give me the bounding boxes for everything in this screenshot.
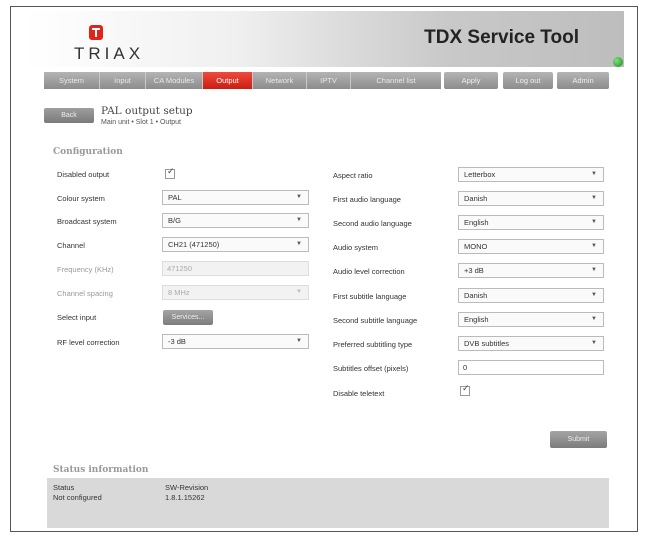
second-audio-select[interactable]: English ▼ bbox=[458, 215, 604, 230]
disabled-output-label: Disabled output bbox=[57, 170, 110, 179]
preferred-subtitling-label: Preferred subtitling type bbox=[333, 340, 413, 349]
frequency-label: Frequency (KHz) bbox=[57, 265, 114, 274]
audio-system-select[interactable]: MONO ▼ bbox=[458, 239, 604, 254]
broadcast-system-label: Broadcast system bbox=[57, 217, 117, 226]
aspect-ratio-label: Aspect ratio bbox=[333, 171, 373, 180]
breadcrumb: Main unit • Slot 1 • Output bbox=[101, 119, 181, 126]
status-header: Status bbox=[53, 483, 75, 492]
chevron-down-icon: ▼ bbox=[591, 195, 597, 201]
channel-select[interactable]: CH21 (471250) ▼ bbox=[162, 237, 309, 252]
disabled-output-checkbox[interactable] bbox=[165, 167, 175, 179]
second-audio-label: Second audio language bbox=[333, 219, 412, 228]
status-led-icon bbox=[613, 57, 623, 67]
main-navbar: System Input CA Modules Output Network I… bbox=[44, 72, 609, 89]
back-button[interactable]: Back bbox=[44, 108, 94, 123]
second-subtitle-select[interactable]: English ▼ bbox=[458, 312, 604, 327]
tab-network[interactable]: Network bbox=[253, 72, 307, 89]
nav-tabs: System Input CA Modules Output Network I… bbox=[44, 72, 441, 89]
chevron-down-icon: ▼ bbox=[591, 292, 597, 298]
header: TRIAX TDX Service Tool bbox=[24, 11, 624, 67]
first-audio-select[interactable]: Danish ▼ bbox=[458, 191, 604, 206]
rf-level-value: -3 dB bbox=[168, 337, 186, 346]
select-input-label: Select input bbox=[57, 313, 97, 322]
broadcast-system-value: B/G bbox=[168, 216, 181, 225]
chevron-down-icon: ▼ bbox=[591, 243, 597, 249]
frequency-input[interactable]: 471250 bbox=[162, 261, 309, 276]
audio-level-select[interactable]: +3 dB ▼ bbox=[458, 263, 604, 278]
chevron-down-icon: ▼ bbox=[296, 217, 302, 223]
broadcast-system-select[interactable]: B/G ▼ bbox=[162, 213, 309, 228]
disable-teletext-checkbox[interactable] bbox=[460, 384, 470, 396]
preferred-subtitling-select[interactable]: DVB subtitles ▼ bbox=[458, 336, 604, 351]
rf-level-label: RF level correction bbox=[57, 338, 120, 347]
chevron-down-icon: ▼ bbox=[296, 194, 302, 200]
channel-label: Channel bbox=[57, 241, 85, 250]
first-subtitle-select[interactable]: Danish ▼ bbox=[458, 288, 604, 303]
tab-ca-modules[interactable]: CA Modules bbox=[146, 72, 203, 89]
tab-output[interactable]: Output bbox=[203, 72, 253, 89]
aspect-ratio-value: Letterbox bbox=[464, 170, 496, 179]
tab-input[interactable]: Input bbox=[100, 72, 146, 89]
first-audio-label: First audio language bbox=[333, 195, 401, 204]
audio-system-value: MONO bbox=[464, 242, 488, 251]
colour-system-label: Colour system bbox=[57, 194, 105, 203]
rf-level-select[interactable]: -3 dB ▼ bbox=[162, 334, 309, 349]
channel-spacing-select[interactable]: 8 MHz ▼ bbox=[162, 285, 309, 300]
preferred-subtitling-value: DVB subtitles bbox=[464, 339, 510, 348]
admin-button[interactable]: Admin bbox=[557, 72, 609, 89]
services-button[interactable]: Services... bbox=[163, 310, 213, 325]
status-value: Not configured bbox=[53, 493, 102, 502]
second-subtitle-value: English bbox=[464, 315, 489, 324]
page-title: PAL output setup bbox=[101, 105, 193, 117]
app-title: TDX Service Tool bbox=[424, 27, 579, 48]
chevron-down-icon: ▼ bbox=[591, 171, 597, 177]
disable-teletext-label: Disable teletext bbox=[333, 389, 385, 398]
tab-system[interactable]: System bbox=[44, 72, 100, 89]
chevron-down-icon: ▼ bbox=[591, 316, 597, 322]
chevron-down-icon: ▼ bbox=[591, 340, 597, 346]
audio-level-value: +3 dB bbox=[464, 266, 484, 275]
audio-system-label: Audio system bbox=[333, 243, 379, 252]
subtitles-offset-label: Subtitles offset (pixels) bbox=[333, 364, 409, 373]
audio-level-label: Audio level correction bbox=[333, 267, 405, 276]
logo-text: TRIAX bbox=[74, 44, 145, 63]
chevron-down-icon: ▼ bbox=[296, 241, 302, 247]
chevron-down-icon: ▼ bbox=[591, 267, 597, 273]
second-subtitle-label: Second subtitle language bbox=[333, 316, 418, 325]
tab-channel-list[interactable]: Channel list bbox=[351, 72, 441, 89]
configuration-heading: Configuration bbox=[53, 147, 123, 157]
channel-value: CH21 (471250) bbox=[168, 240, 220, 249]
first-subtitle-value: Danish bbox=[464, 291, 488, 300]
status-heading: Status information bbox=[53, 465, 149, 475]
submit-button[interactable]: Submit bbox=[550, 431, 607, 448]
triax-logo-icon bbox=[89, 25, 103, 40]
second-audio-value: English bbox=[464, 218, 489, 227]
first-subtitle-label: First subtitle language bbox=[333, 292, 407, 301]
status-panel: Status Not configured SW-Revision 1.8.1.… bbox=[47, 478, 609, 528]
apply-button[interactable]: Apply bbox=[444, 72, 498, 89]
tab-iptv[interactable]: IPTV bbox=[307, 72, 351, 89]
aspect-ratio-select[interactable]: Letterbox ▼ bbox=[458, 167, 604, 182]
subtitles-offset-input[interactable]: 0 bbox=[458, 360, 604, 375]
chevron-down-icon: ▼ bbox=[296, 289, 302, 295]
channel-spacing-value: 8 MHz bbox=[168, 288, 190, 297]
logout-button[interactable]: Log out bbox=[503, 72, 553, 89]
sw-revision-header: SW-Revision bbox=[165, 483, 209, 492]
chevron-down-icon: ▼ bbox=[591, 219, 597, 225]
channel-spacing-label: Channel spacing bbox=[57, 289, 113, 298]
colour-system-value: PAL bbox=[168, 193, 182, 202]
colour-system-select[interactable]: PAL ▼ bbox=[162, 190, 309, 205]
chevron-down-icon: ▼ bbox=[296, 338, 302, 344]
first-audio-value: Danish bbox=[464, 194, 488, 203]
sw-revision-value: 1.8.1.15262 bbox=[165, 493, 205, 502]
